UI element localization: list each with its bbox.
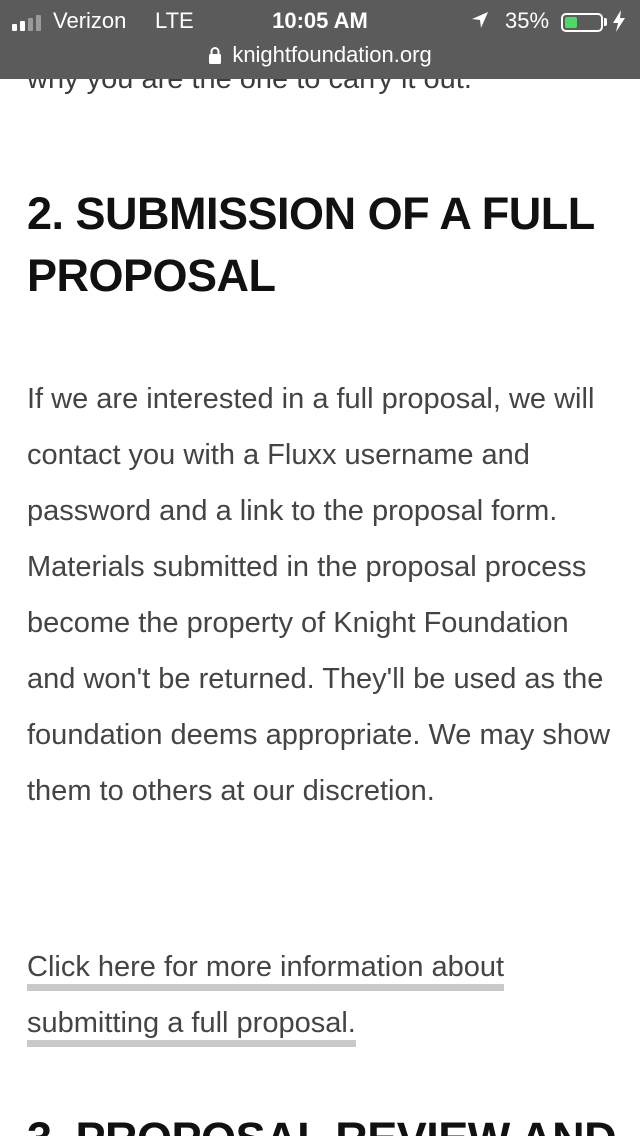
next-section-heading: 3. PROPOSAL REVIEW AND bbox=[27, 1108, 617, 1136]
url-bar[interactable]: knightfoundation.org bbox=[0, 40, 640, 70]
url-text: knightfoundation.org bbox=[232, 42, 432, 67]
battery-percent: 35% bbox=[505, 8, 550, 33]
battery-level-fill bbox=[565, 17, 577, 28]
section-heading: 2. SUBMISSION OF A FULL PROPOSAL bbox=[27, 188, 594, 301]
lock-icon bbox=[209, 46, 222, 64]
article-content: why you are the one to carry it out. 2. … bbox=[0, 0, 640, 1136]
status-row: Verizon LTE 10:05 AM 35% bbox=[0, 6, 640, 36]
more-info-link[interactable]: Click here for more information about su… bbox=[27, 951, 505, 1047]
battery-icon bbox=[561, 13, 603, 32]
charging-bolt-icon bbox=[613, 10, 625, 32]
status-bar: Verizon LTE 10:05 AM 35% knightfoundatio… bbox=[0, 0, 640, 79]
location-arrow-icon bbox=[472, 12, 488, 28]
battery-cap bbox=[604, 18, 607, 26]
section-body-paragraph: If we are interested in a full proposal,… bbox=[27, 383, 611, 807]
more-info-paragraph: Click here for more information about su… bbox=[27, 939, 607, 1051]
